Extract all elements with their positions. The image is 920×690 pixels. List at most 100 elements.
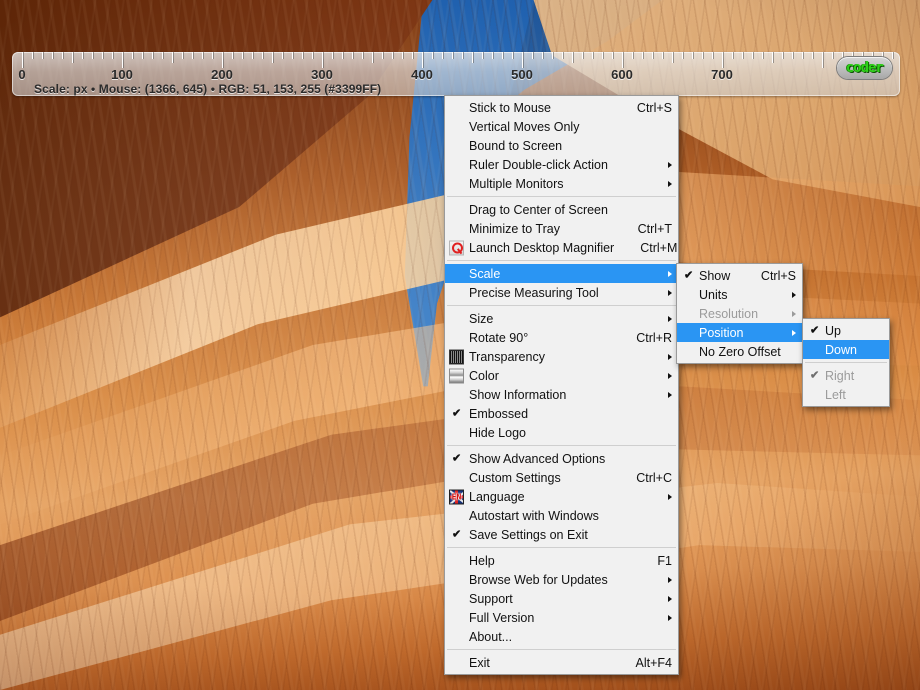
ruler-label-100: 100 bbox=[111, 67, 133, 82]
scale-menu-item-show[interactable]: ✔ShowCtrl+S bbox=[677, 266, 802, 285]
screen-ruler-window[interactable]: 0100200300400500600700 Scale: px • Mouse… bbox=[12, 52, 900, 96]
ruler-tick bbox=[492, 52, 493, 59]
main-menu-item-show-advanced-options[interactable]: ✔Show Advanced Options bbox=[445, 449, 678, 468]
main-menu-item-language[interactable]: ENLanguage bbox=[445, 487, 678, 506]
ruler-tick bbox=[702, 52, 703, 59]
coder-logo[interactable]: coder bbox=[837, 57, 892, 79]
ruler-tick bbox=[332, 52, 333, 59]
coder-logo-text: coder bbox=[846, 60, 883, 76]
ruler-tick bbox=[742, 52, 743, 59]
main-menu-item-label: Color bbox=[469, 369, 499, 383]
main-menu-item-label: Exit bbox=[469, 656, 490, 670]
main-menu-item-size[interactable]: Size bbox=[445, 309, 678, 328]
ruler-label-700: 700 bbox=[711, 67, 733, 82]
scale-menu-item-units[interactable]: Units bbox=[677, 285, 802, 304]
main-menu-item-autostart-with-windows[interactable]: Autostart with Windows bbox=[445, 506, 678, 525]
main-menu-item-about[interactable]: About... bbox=[445, 627, 678, 646]
ruler-label-400: 400 bbox=[411, 67, 433, 82]
ruler-tick bbox=[322, 52, 323, 68]
main-menu-item-browse-web-for-updates[interactable]: Browse Web for Updates bbox=[445, 570, 678, 589]
ruler-tick bbox=[262, 52, 263, 59]
main-menu-item-embossed[interactable]: ✔Embossed bbox=[445, 404, 678, 423]
position-menu-item-label: Left bbox=[825, 388, 846, 402]
ruler-tick bbox=[822, 52, 823, 68]
main-menu-item-help[interactable]: HelpF1 bbox=[445, 551, 678, 570]
position-menu-item-left[interactable]: Left bbox=[803, 385, 889, 404]
scale-menu-item-label: Resolution bbox=[699, 307, 758, 321]
ruler-tick bbox=[82, 52, 83, 59]
ruler-tick bbox=[282, 52, 283, 59]
main-menu-item-vertical-moves-only[interactable]: Vertical Moves Only bbox=[445, 117, 678, 136]
main-menu-item-label: Show Information bbox=[469, 388, 566, 402]
main-menu-item-color[interactable]: Color bbox=[445, 366, 678, 385]
main-menu-item-stick-to-mouse[interactable]: Stick to MouseCtrl+S bbox=[445, 98, 678, 117]
position-menu-item-up[interactable]: ✔Up bbox=[803, 321, 889, 340]
ruler-tick bbox=[362, 52, 363, 59]
ruler-tick bbox=[772, 52, 773, 63]
ruler-tick bbox=[472, 52, 473, 63]
main-menu-item-launch-desktop-magnifier[interactable]: Launch Desktop MagnifierCtrl+M bbox=[445, 238, 678, 257]
scale-menu-item-position[interactable]: Position bbox=[677, 323, 802, 342]
ruler-tick bbox=[892, 52, 893, 59]
main-menu-item-save-settings-on-exit[interactable]: ✔Save Settings on Exit bbox=[445, 525, 678, 544]
main-menu-item-rotate-90[interactable]: Rotate 90°Ctrl+R bbox=[445, 328, 678, 347]
main-menu-item-bound-to-screen[interactable]: Bound to Screen bbox=[445, 136, 678, 155]
main-menu-separator bbox=[447, 649, 676, 650]
ruler-tick bbox=[482, 52, 483, 59]
main-menu-item-drag-to-center-of-screen[interactable]: Drag to Center of Screen bbox=[445, 200, 678, 219]
ruler-tick bbox=[312, 52, 313, 59]
ruler-tick bbox=[442, 52, 443, 59]
position-menu-item-right[interactable]: ✔Right bbox=[803, 366, 889, 385]
main-menu-item-shortcut: Ctrl+C bbox=[610, 471, 672, 485]
main-menu-item-ruler-double-click-action[interactable]: Ruler Double-click Action bbox=[445, 155, 678, 174]
main-menu-item-scale[interactable]: Scale bbox=[445, 264, 678, 283]
ruler-tick bbox=[462, 52, 463, 59]
main-menu-item-minimize-to-tray[interactable]: Minimize to TrayCtrl+T bbox=[445, 219, 678, 238]
main-menu-item-label: Drag to Center of Screen bbox=[469, 203, 608, 217]
main-menu-item-hide-logo[interactable]: Hide Logo bbox=[445, 423, 678, 442]
scale-menu-item-resolution[interactable]: Resolution bbox=[677, 304, 802, 323]
scale-menu-item-no-zero-offset[interactable]: No Zero Offset bbox=[677, 342, 802, 361]
main-menu-item-full-version[interactable]: Full Version bbox=[445, 608, 678, 627]
main-menu-item-show-information[interactable]: Show Information bbox=[445, 385, 678, 404]
ruler-tick bbox=[382, 52, 383, 59]
main-menu-item-shortcut: F1 bbox=[631, 554, 672, 568]
scale-menu-item-label: Show bbox=[699, 269, 730, 283]
ruler-tick bbox=[672, 52, 673, 63]
ruler-tick bbox=[562, 52, 563, 59]
ruler-tick bbox=[172, 52, 173, 63]
ruler-tick bbox=[512, 52, 513, 59]
main-menu-item-label: Ruler Double-click Action bbox=[469, 158, 608, 172]
ruler-tick bbox=[572, 52, 573, 63]
main-menu-item-shortcut: Ctrl+T bbox=[612, 222, 672, 236]
main-menu-item-label: Language bbox=[469, 490, 525, 504]
main-menu-item-support[interactable]: Support bbox=[445, 589, 678, 608]
position-menu-item-label: Down bbox=[825, 343, 857, 357]
position-submenu[interactable]: ✔UpDown✔RightLeft bbox=[802, 318, 890, 407]
scale-menu-item-label: Units bbox=[699, 288, 727, 302]
ruler-tick bbox=[692, 52, 693, 59]
submenu-arrow-icon bbox=[668, 290, 672, 296]
main-menu-separator bbox=[447, 445, 676, 446]
main-menu-item-multiple-monitors[interactable]: Multiple Monitors bbox=[445, 174, 678, 193]
ruler-tick bbox=[42, 52, 43, 59]
position-menu-item-down[interactable]: Down bbox=[803, 340, 889, 359]
main-menu-item-custom-settings[interactable]: Custom Settings Ctrl+C bbox=[445, 468, 678, 487]
ruler-tick bbox=[422, 52, 423, 68]
main-menu-item-label: Custom Settings bbox=[469, 471, 561, 485]
main-menu-item-transparency[interactable]: Transparency bbox=[445, 347, 678, 366]
position-menu-item-label: Up bbox=[825, 324, 841, 338]
main-context-menu[interactable]: Stick to MouseCtrl+SVertical Moves OnlyB… bbox=[444, 95, 679, 675]
ruler-label-600: 600 bbox=[611, 67, 633, 82]
main-menu-item-shortcut: Ctrl+S bbox=[611, 101, 672, 115]
checkmark-icon: ✔ bbox=[452, 408, 461, 419]
ruler-tick bbox=[402, 52, 403, 59]
main-menu-item-exit[interactable]: ExitAlt+F4 bbox=[445, 653, 678, 672]
ruler-tick bbox=[582, 52, 583, 59]
scale-submenu[interactable]: ✔ShowCtrl+S Units Resolution Position No Zer… bbox=[676, 263, 803, 364]
ruler-tick bbox=[592, 52, 593, 59]
main-menu-item-precise-measuring-tool[interactable]: Precise Measuring Tool bbox=[445, 283, 678, 302]
checkmark-icon: ✔ bbox=[810, 370, 819, 381]
scale-menu-item-label: Position bbox=[699, 326, 743, 340]
ruler-tick bbox=[152, 52, 153, 59]
